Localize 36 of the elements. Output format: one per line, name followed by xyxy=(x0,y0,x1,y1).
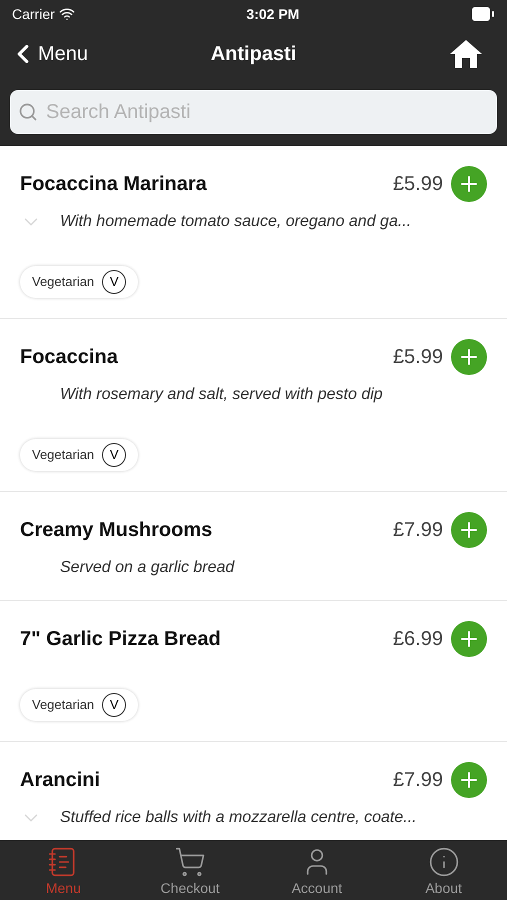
item-description: With homemade tomato sauce, oregano and ga... xyxy=(60,212,412,232)
item-name: Focaccina xyxy=(20,345,119,370)
tab-item[interactable]: About xyxy=(380,840,507,900)
item-price: £7.99 xyxy=(392,518,443,543)
home-icon[interactable] xyxy=(449,39,483,69)
item-description: With rosemary and salt, served with pesto dip xyxy=(60,385,383,405)
item-description: Stuffed rice balls with a mozzarella centre, coate... xyxy=(60,808,417,828)
status-time: 3:02 PM xyxy=(246,4,300,24)
add-button[interactable] xyxy=(451,166,487,202)
tab-item[interactable]: Account xyxy=(254,840,380,900)
item-description: Served on a garlic bread xyxy=(60,558,234,578)
page-title: Antipasti xyxy=(210,42,296,67)
tag-chip: Vegetarian V xyxy=(20,439,138,471)
back-button[interactable]: Menu xyxy=(16,39,88,69)
item-price: £5.99 xyxy=(392,172,443,197)
wifi-icon xyxy=(58,6,75,22)
tab-item[interactable]: Menu xyxy=(0,840,127,900)
search-field[interactable]: Search Antipasti xyxy=(10,90,497,134)
search-icon xyxy=(18,102,38,122)
add-button[interactable] xyxy=(451,339,487,375)
info-icon xyxy=(428,846,460,878)
add-button[interactable] xyxy=(451,762,487,798)
item-name: Focaccina Marinara xyxy=(20,172,208,197)
item-price: £7.99 xyxy=(392,768,443,793)
add-button[interactable] xyxy=(451,512,487,548)
carrier-label: Carrier xyxy=(12,4,55,24)
item-price: £6.99 xyxy=(392,627,443,652)
tag-chip: Vegetarian V xyxy=(20,266,138,298)
add-button[interactable] xyxy=(451,621,487,657)
tag-chip: Vegetarian V xyxy=(20,689,138,721)
item-name: 7" Garlic Pizza Bread xyxy=(20,627,222,652)
cart-icon xyxy=(174,846,206,878)
item-name: Arancini xyxy=(20,768,102,793)
item-price: £5.99 xyxy=(392,345,443,370)
tab-item[interactable]: Checkout xyxy=(126,840,254,900)
item-name: Creamy Mushrooms xyxy=(20,518,214,543)
